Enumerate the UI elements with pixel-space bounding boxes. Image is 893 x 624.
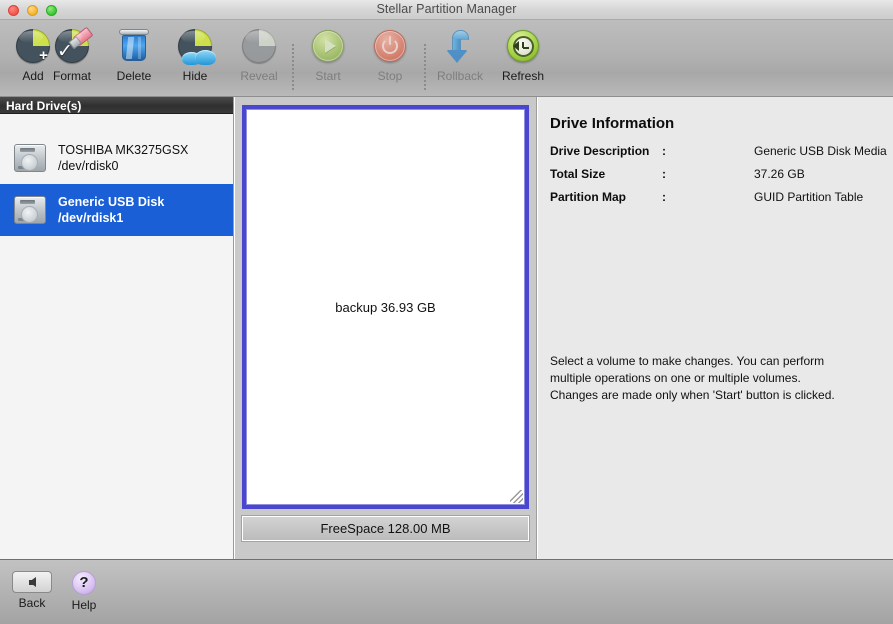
info-row-partition-map: Partition Map : GUID Partition Table xyxy=(550,190,893,204)
volume-block-backup[interactable]: backup 36.93 GB xyxy=(242,105,529,509)
sidebar-item-toshiba-disk0[interactable]: TOSHIBA MK3275GSX /dev/rdisk0 xyxy=(0,132,233,184)
toolbar-button-stop[interactable]: Stop xyxy=(357,24,423,92)
drive-information-title: Drive Information xyxy=(550,115,675,132)
toolbar-label-rollback: Rollback xyxy=(436,69,484,83)
info-value: GUID Partition Table xyxy=(754,190,864,204)
info-key: Partition Map xyxy=(550,190,627,204)
info-key: Drive Description xyxy=(550,144,650,158)
back-arrow-icon xyxy=(12,571,52,593)
back-button[interactable]: Back xyxy=(4,571,60,610)
disk-reveal-icon xyxy=(226,24,292,68)
application-window: Stellar Partition Manager + Add ✓ Format… xyxy=(0,0,893,624)
trash-icon xyxy=(101,24,167,68)
toolbar-button-start[interactable]: Start xyxy=(295,24,361,92)
help-button[interactable]: ? Help xyxy=(56,571,112,612)
toolbar-label-format: Format xyxy=(52,69,91,83)
partition-map-panel: backup 36.93 GB FreeSpace 128.00 MB xyxy=(235,97,537,559)
info-row-drive-description: Drive Description : Generic USB Disk Med… xyxy=(550,144,893,158)
hard-drive-icon xyxy=(14,196,46,224)
help-question-icon: ? xyxy=(72,571,96,595)
sidebar-item-label: TOSHIBA MK3275GSX /dev/rdisk0 xyxy=(58,143,189,173)
freespace-block[interactable]: FreeSpace 128.00 MB xyxy=(241,515,530,542)
freespace-label: FreeSpace 128.00 MB xyxy=(320,521,451,536)
power-icon xyxy=(357,24,423,68)
toolbar-label-hide: Hide xyxy=(182,69,208,83)
bottom-toolbar: Back ? Help xyxy=(0,559,893,624)
info-row-total-size: Total Size : 37.26 GB xyxy=(550,167,893,181)
title-bar: Stellar Partition Manager xyxy=(0,0,893,20)
info-colon: : xyxy=(662,167,666,181)
info-key: Total Size xyxy=(550,167,606,181)
toolbar-button-rollback[interactable]: Rollback xyxy=(427,24,493,92)
toolbar-label-delete: Delete xyxy=(116,69,152,83)
instructions-text: Select a volume to make changes. You can… xyxy=(550,354,835,402)
window-title: Stellar Partition Manager xyxy=(376,2,517,16)
toolbar-button-refresh[interactable]: Refresh xyxy=(490,24,556,92)
refresh-clock-icon xyxy=(490,24,556,68)
hard-drive-icon xyxy=(14,144,46,172)
info-colon: : xyxy=(662,144,666,158)
help-button-label: Help xyxy=(71,598,97,612)
hard-drives-sidebar: Hard Drive(s) TOSHIBA MK3275GSX /dev/rdi… xyxy=(0,97,234,559)
toolbar-label-reveal: Reveal xyxy=(240,69,278,83)
toolbar-label-stop: Stop xyxy=(377,69,403,83)
volume-label: backup 36.93 GB xyxy=(335,299,436,315)
disk-hide-icon xyxy=(162,24,228,68)
toolbar-button-delete[interactable]: Delete xyxy=(101,24,167,92)
toolbar-label-refresh: Refresh xyxy=(501,69,545,83)
back-button-label: Back xyxy=(18,596,46,610)
info-colon: : xyxy=(662,190,666,204)
info-value: Generic USB Disk Media xyxy=(754,144,887,158)
toolbar-button-hide[interactable]: Hide xyxy=(162,24,228,92)
toolbar-button-reveal[interactable]: Reveal xyxy=(226,24,292,92)
rollback-arrow-icon xyxy=(427,24,493,68)
toolbar-label-start: Start xyxy=(315,69,341,83)
drive-information-panel: Drive Information Drive Description : Ge… xyxy=(538,97,893,559)
sidebar-header: Hard Drive(s) xyxy=(0,97,233,114)
toolbar-button-format[interactable]: ✓ Format xyxy=(39,24,105,92)
info-value: 37.26 GB xyxy=(754,167,805,181)
sidebar-item-label: Generic USB Disk /dev/rdisk1 xyxy=(58,195,165,225)
sidebar-item-generic-usb-disk1[interactable]: Generic USB Disk /dev/rdisk1 xyxy=(0,184,233,236)
disk-format-icon: ✓ xyxy=(39,24,105,68)
main-toolbar: + Add ✓ Format Delete Hide Reveal Start … xyxy=(0,20,893,97)
sidebar-drive-list: TOSHIBA MK3275GSX /dev/rdisk0 Generic US… xyxy=(0,114,233,236)
resize-grip-handle[interactable] xyxy=(510,490,523,503)
play-icon xyxy=(295,24,361,68)
